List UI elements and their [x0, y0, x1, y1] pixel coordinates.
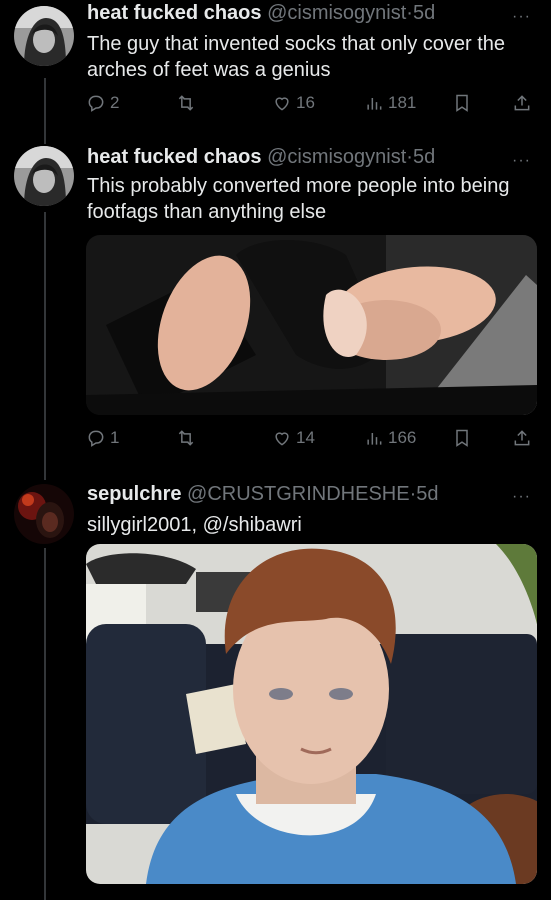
retweet-icon	[178, 430, 194, 446]
media-image	[86, 235, 537, 415]
separator-dot: ·	[406, 2, 413, 24]
display-name[interactable]: heat fucked chaos	[87, 2, 262, 24]
avatar[interactable]	[14, 146, 74, 206]
more-icon[interactable]: ···	[512, 152, 531, 170]
views-button[interactable]: 166	[364, 428, 416, 448]
user-handle[interactable]: @cismisogynist	[267, 2, 406, 24]
tweet-media[interactable]	[86, 544, 537, 884]
user-handle[interactable]: @cismisogynist	[267, 146, 406, 168]
more-icon[interactable]: ···	[512, 488, 531, 506]
retweet-button[interactable]	[176, 428, 200, 448]
tweet-header: heat fucked chaos @cismisogynist·5d	[87, 2, 435, 25]
avatar-image	[14, 6, 74, 66]
user-handle[interactable]: @CRUSTGRINDHESHE	[187, 483, 410, 505]
thread-line	[44, 212, 46, 480]
views-icon	[367, 98, 382, 110]
share-button[interactable]	[512, 93, 536, 113]
avatar[interactable]	[14, 6, 74, 66]
retweet-icon	[178, 95, 194, 111]
like-count: 16	[296, 93, 315, 112]
like-count: 14	[296, 428, 315, 447]
like-icon	[275, 97, 289, 111]
reply-button[interactable]: 2	[86, 93, 119, 113]
tweet-header: heat fucked chaos @cismisogynist·5d	[87, 146, 435, 169]
like-button[interactable]: 16	[272, 93, 315, 113]
action-bar: 2 16 181	[86, 93, 536, 117]
timestamp[interactable]: 5d	[413, 2, 435, 24]
tweet-text: The guy that invented socks that only co…	[87, 33, 506, 81]
bookmark-button[interactable]	[452, 93, 476, 113]
views-button[interactable]: 181	[364, 93, 416, 113]
view-count: 181	[388, 93, 417, 112]
action-bar: 1 14 166	[86, 428, 536, 452]
more-icon[interactable]: ···	[512, 8, 531, 26]
reply-icon	[88, 95, 104, 112]
tweet-media[interactable]	[86, 235, 537, 415]
avatar-image	[14, 484, 74, 544]
timestamp[interactable]: 5d	[413, 146, 435, 168]
display-name[interactable]: sepulchre	[87, 483, 181, 505]
retweet-button[interactable]	[176, 93, 200, 113]
avatar-image	[14, 146, 74, 206]
view-count: 166	[388, 428, 417, 447]
reply-count: 2	[110, 93, 120, 112]
media-image	[86, 544, 537, 884]
like-button[interactable]: 14	[272, 428, 315, 448]
tweet-text: This probably converted more people into…	[87, 175, 510, 223]
display-name[interactable]: heat fucked chaos	[87, 146, 262, 168]
bookmark-icon	[456, 94, 468, 112]
separator-dot: ·	[406, 146, 413, 168]
reply-icon	[88, 430, 104, 447]
thread-line	[44, 78, 46, 144]
tweet-text: sillygirl2001, @/shibawri	[87, 514, 302, 536]
share-icon	[514, 430, 530, 446]
bookmark-icon	[456, 429, 468, 447]
share-icon	[514, 95, 530, 111]
timestamp[interactable]: 5d	[416, 483, 438, 505]
reply-count: 1	[110, 428, 120, 447]
bookmark-button[interactable]	[452, 428, 476, 448]
share-button[interactable]	[512, 428, 536, 448]
reply-button[interactable]: 1	[86, 428, 119, 448]
like-icon	[275, 432, 289, 446]
avatar[interactable]	[14, 484, 74, 544]
thread-line	[44, 548, 46, 900]
views-icon	[367, 433, 382, 445]
tweet-header: sepulchre @CRUSTGRINDHESHE·5d	[87, 483, 439, 506]
